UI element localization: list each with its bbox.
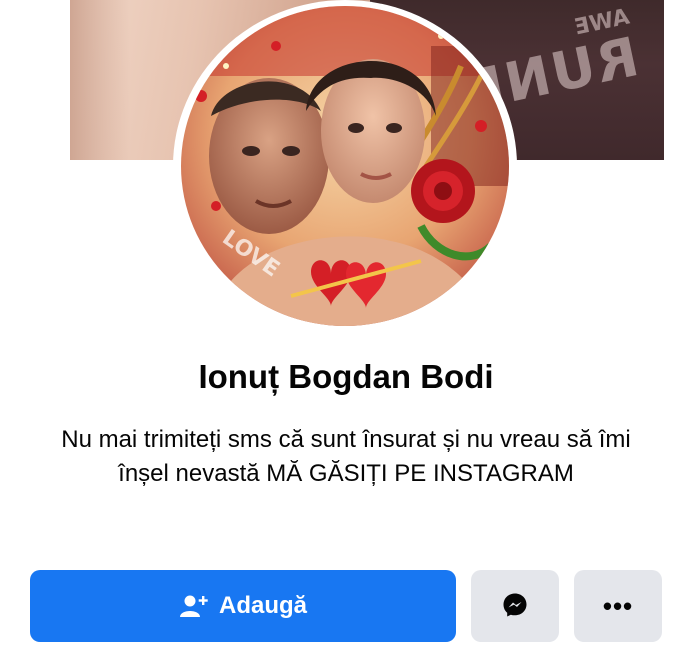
avatar-image: LOVE bbox=[181, 6, 509, 326]
more-options-button[interactable]: ••• bbox=[574, 570, 662, 642]
profile-name: Ionuț Bogdan Bodi bbox=[198, 358, 494, 395]
messenger-icon bbox=[502, 592, 528, 621]
more-dots-icon: ••• bbox=[602, 591, 634, 621]
messenger-button[interactable] bbox=[471, 570, 559, 642]
profile-avatar[interactable]: LOVE bbox=[181, 6, 509, 326]
profile-bio: Nu mai trimiteți sms că sunt însurat și … bbox=[61, 426, 631, 487]
add-friend-label: Adaugă bbox=[218, 592, 307, 619]
cover-photo-shadow bbox=[70, 0, 130, 160]
add-friend-icon bbox=[179, 594, 209, 618]
add-friend-button[interactable]: Adaugă bbox=[30, 570, 456, 642]
